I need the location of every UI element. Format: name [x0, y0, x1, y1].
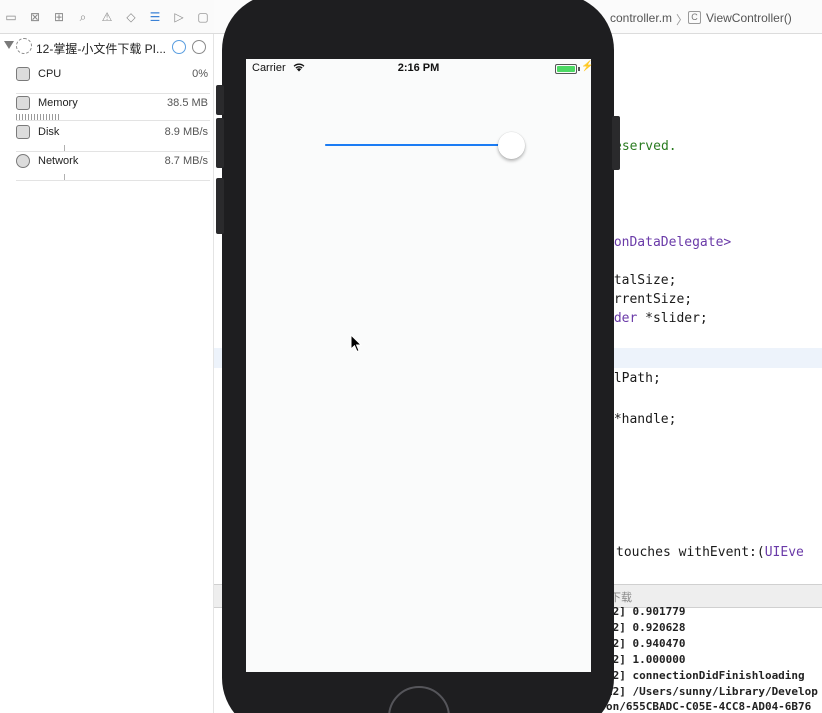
console-line: on/655CBADC-C05E-4CC8-AD04-6B76: [606, 700, 812, 713]
code-line: eserved.: [614, 139, 677, 154]
code-type: UIEve: [764, 545, 804, 560]
navigator-toolbar: ▭ ⊠ ⊞ ⌕ ⚠ ◇ ☰ ▷ ▢: [0, 0, 214, 34]
search-icon[interactable]: ⌕: [75, 9, 91, 25]
hierarchy-icon[interactable]: ⊞: [51, 9, 67, 25]
mouse-cursor-icon: [350, 334, 363, 353]
status-bar: Carrier 2:16 PM ⚡: [246, 59, 594, 79]
gauge-label: Disk: [38, 126, 60, 138]
console-line: 12] 0.901779: [606, 605, 686, 618]
gauge-cpu[interactable]: CPU 0%: [16, 66, 210, 94]
status-time: 2:16 PM: [397, 62, 440, 74]
code-line: llPath;: [606, 371, 661, 386]
volume-down-button: [216, 178, 224, 234]
jump-bar-function[interactable]: ViewController(): [706, 11, 792, 25]
simulator-screen[interactable]: Carrier 2:16 PM ⚡: [246, 59, 594, 672]
gauge-disk[interactable]: Disk 8.9 MB/s: [16, 124, 210, 152]
code-line: touches withEvent:(UIEve: [616, 545, 804, 560]
process-icon: [16, 38, 32, 54]
code-line: ionDataDelegate>: [606, 235, 732, 250]
power-button: [612, 116, 620, 170]
cpu-icon: [16, 67, 30, 81]
mute-switch: [216, 85, 224, 115]
threads-icon[interactable]: [192, 40, 206, 54]
gauge-value: 0%: [192, 68, 208, 80]
code-var: *slider;: [637, 311, 708, 326]
report-icon[interactable]: ▢: [195, 9, 211, 25]
console-line: 12] /Users/sunny/Library/Develop: [606, 685, 818, 698]
process-name: 12-掌握-小文件下载 PI...: [36, 42, 166, 56]
gauge-network[interactable]: Network 8.7 MB/s: [16, 153, 210, 181]
breakpoint-icon[interactable]: ▷: [171, 9, 187, 25]
disk-icon: [16, 125, 30, 139]
network-icon: [16, 154, 30, 168]
folder-icon[interactable]: ▭: [3, 9, 19, 25]
charging-bolt-icon: ⚡: [581, 61, 594, 72]
volume-up-button: [216, 118, 224, 168]
console-line: 12] 0.940470: [606, 637, 686, 650]
console-line: 12] 0.920628: [606, 621, 686, 634]
battery-nub: [578, 67, 580, 71]
gauge-memory[interactable]: Memory 38.5 MB: [16, 95, 210, 121]
jump-bar-separator: 〉: [676, 13, 689, 27]
gauge-icon[interactable]: [172, 40, 186, 54]
debug-navigator: ▭ ⊠ ⊞ ⌕ ⚠ ◇ ☰ ▷ ▢ 12-掌握-小文件下载 PI... CPU …: [0, 0, 214, 713]
gauge-value: 8.9 MB/s: [164, 126, 208, 138]
code-line: ider *slider;: [606, 311, 708, 326]
disclosure-triangle-icon[interactable]: [4, 41, 14, 49]
battery-icon: [555, 64, 577, 74]
memory-icon: [16, 96, 30, 110]
gauge-label: Memory: [38, 97, 78, 109]
progress-slider[interactable]: [325, 132, 525, 160]
gauge-value: 8.7 MB/s: [164, 155, 208, 167]
debug-icon[interactable]: ☰: [147, 9, 163, 25]
console-line: 12] connectionDidFinishloading: [606, 669, 805, 682]
code-line: urrentSize;: [606, 292, 693, 307]
slider-thumb[interactable]: [498, 132, 525, 159]
code-line: otalSize;: [606, 273, 677, 288]
memory-sparkline: [16, 114, 60, 120]
test-icon[interactable]: ◇: [123, 9, 139, 25]
code-text: touches withEvent:(: [616, 545, 765, 560]
slider-minimum-track: [325, 144, 511, 146]
class-icon: C: [688, 11, 701, 24]
code-line: *handle;: [606, 412, 677, 427]
process-row[interactable]: 12-掌握-小文件下载 PI...: [0, 37, 214, 57]
disk-sparkline: [64, 145, 65, 151]
jump-bar-file[interactable]: controller.m: [610, 11, 672, 25]
network-sparkline: [64, 174, 65, 180]
gauge-label: Network: [38, 155, 79, 167]
gauge-label: CPU: [38, 68, 62, 80]
warning-icon[interactable]: ⚠: [99, 9, 115, 25]
gauge-value: 38.5 MB: [167, 97, 208, 109]
symbol-icon[interactable]: ⊠: [27, 9, 43, 25]
console-line: 12] 1.000000: [606, 653, 686, 666]
